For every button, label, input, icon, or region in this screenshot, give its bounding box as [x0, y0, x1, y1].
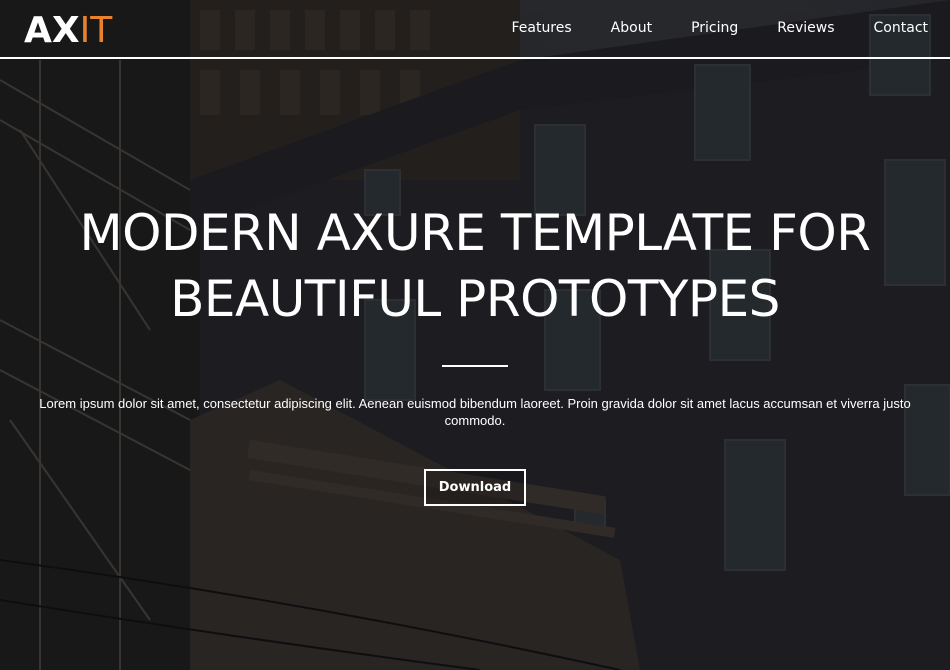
- nav-link-features[interactable]: Features: [511, 20, 571, 36]
- nav-menu: Features About Pricing Reviews Contact: [472, 20, 928, 36]
- hero-headline-line2: BEAUTIFUL PROTOTYPES: [170, 270, 780, 328]
- nav-link-contact[interactable]: Contact: [874, 20, 928, 36]
- hero-headline-line1: MODERN AXURE TEMPLATE FOR: [79, 204, 871, 262]
- nav-link-reviews[interactable]: Reviews: [777, 20, 834, 36]
- nav-link-about[interactable]: About: [611, 20, 652, 36]
- logo-text-primary: AX: [24, 10, 80, 51]
- brand-logo[interactable]: AXIT: [24, 11, 112, 51]
- hero-headline: MODERN AXURE TEMPLATE FOR BEAUTIFUL PROT…: [25, 200, 925, 332]
- download-button[interactable]: Download: [423, 469, 527, 506]
- logo-text-accent: IT: [79, 10, 113, 51]
- hero-divider: [442, 365, 508, 367]
- nav-link-pricing[interactable]: Pricing: [691, 20, 738, 36]
- hero-content: MODERN AXURE TEMPLATE FOR BEAUTIFUL PROT…: [0, 200, 950, 506]
- hero-description: Lorem ipsum dolor sit amet, consectetur …: [39, 396, 911, 428]
- top-navbar: AXIT Features About Pricing Reviews Cont…: [0, 0, 950, 59]
- hero-section: AXIT Features About Pricing Reviews Cont…: [0, 0, 950, 670]
